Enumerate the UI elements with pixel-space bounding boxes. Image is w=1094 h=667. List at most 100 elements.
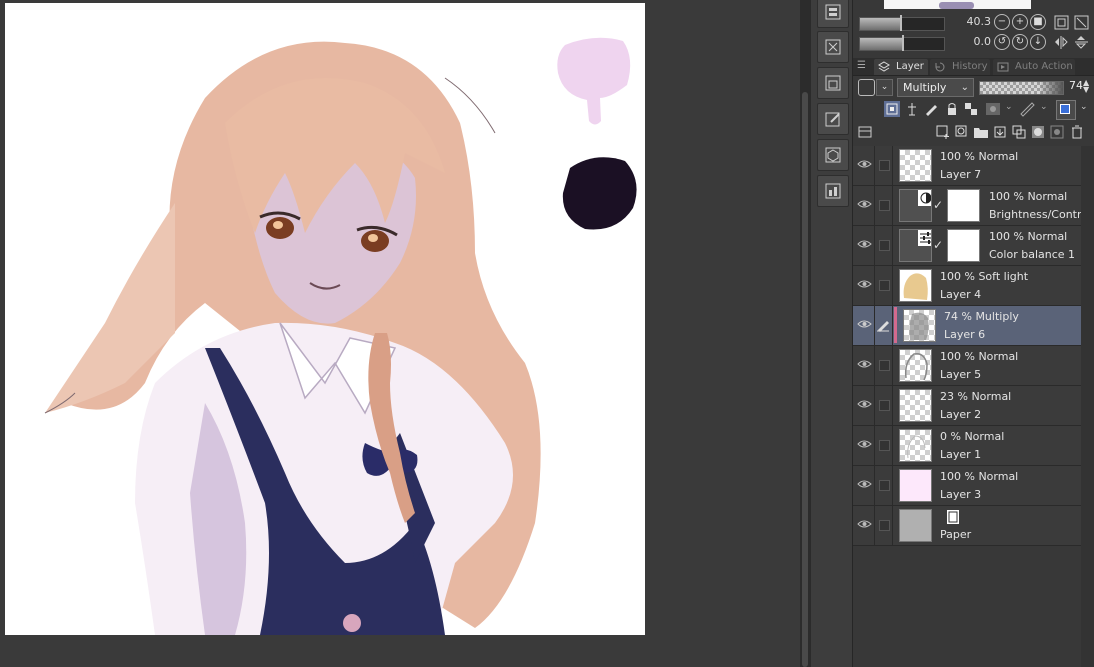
eye-icon[interactable]: [857, 278, 872, 291]
transfer-down-icon[interactable]: [992, 124, 1008, 140]
item-bank-button[interactable]: [817, 175, 849, 207]
layer-lock-checkbox[interactable]: [879, 480, 890, 491]
layer-row-layer-5[interactable]: 100 % Normal Layer 5: [853, 346, 1081, 386]
tab-history[interactable]: History: [930, 59, 990, 75]
layer-lock-checkbox[interactable]: [879, 280, 890, 291]
layer-list-scrollbar[interactable]: [1081, 146, 1094, 667]
material-button[interactable]: [817, 67, 849, 99]
merge-down-icon[interactable]: [1011, 124, 1027, 140]
layer-row-brightness-contrast-1[interactable]: ✓ 100 % Normal Brightness/Contrast 1: [853, 186, 1094, 226]
create-mask-icon[interactable]: [1030, 124, 1046, 140]
eye-icon[interactable]: [857, 478, 872, 491]
ruler-icon[interactable]: [1019, 101, 1035, 117]
tab-layer[interactable]: Layer: [874, 59, 928, 75]
eye-icon[interactable]: [857, 158, 872, 171]
actual-size-icon[interactable]: ■: [1030, 14, 1046, 30]
rotate-left-icon[interactable]: ↺: [994, 34, 1010, 50]
layer-lock-checkbox[interactable]: [879, 520, 890, 531]
layer-row-layer-2[interactable]: 23 % Normal Layer 2: [853, 386, 1081, 426]
layer-lock-checkbox[interactable]: [879, 200, 890, 211]
eye-icon[interactable]: [857, 318, 872, 331]
fit-screen-icon[interactable]: [1054, 15, 1069, 30]
eye-icon[interactable]: [857, 398, 872, 411]
flip-horizontal-icon[interactable]: [1054, 35, 1069, 50]
layer-property-button[interactable]: [817, 0, 849, 28]
zoom-slider[interactable]: [859, 15, 945, 31]
layer-color-box[interactable]: [1056, 100, 1076, 120]
new-vector-layer-icon[interactable]: [954, 124, 970, 140]
layer-color-mark: [894, 307, 897, 343]
canvas-vertical-scrollbar[interactable]: [800, 0, 810, 667]
layer-row-layer-3[interactable]: 100 % Normal Layer 3: [853, 466, 1081, 506]
layer-list-menu-icon[interactable]: [857, 124, 873, 140]
eye-icon[interactable]: [857, 438, 872, 451]
layer-name: Layer 4: [940, 288, 982, 301]
layer-lock-checkbox[interactable]: [879, 160, 890, 171]
layer-row-color-balance-1[interactable]: ✓ 100 % Normal Color balance 1: [853, 226, 1081, 266]
layer-row-paper[interactable]: Paper: [853, 506, 1081, 546]
delete-layer-icon[interactable]: [1069, 124, 1085, 140]
3d-object-button[interactable]: [817, 139, 849, 171]
pen-icon[interactable]: [876, 318, 890, 332]
fit-window-icon[interactable]: [1074, 15, 1089, 30]
layer-color-dropdown[interactable]: ⌄: [876, 79, 893, 96]
tab-auto-action[interactable]: Auto Action: [993, 59, 1075, 75]
layer-thumbnail: [899, 509, 932, 542]
layer-lock-checkbox[interactable]: [879, 240, 890, 251]
eye-icon[interactable]: [857, 358, 872, 371]
layer-list[interactable]: 100 % Normal Layer 7 ✓ 100 % Normal Brig…: [853, 146, 1094, 546]
blend-mode-select[interactable]: Multiply ⌄: [897, 78, 974, 97]
zoom-in-icon[interactable]: +: [1012, 14, 1028, 30]
reference-layer-icon[interactable]: [904, 101, 920, 117]
layer-row-layer-4[interactable]: 100 % Soft light Layer 4: [853, 266, 1081, 306]
lock-transparency-icon[interactable]: [963, 101, 979, 117]
ruler-dropdown[interactable]: ⌄: [1040, 102, 1048, 112]
layer-row-layer-1[interactable]: 0 % Normal Layer 1: [853, 426, 1081, 466]
layer-lock-checkbox[interactable]: [879, 360, 890, 371]
layer-search-button[interactable]: [817, 31, 849, 63]
opacity-slider[interactable]: [979, 81, 1064, 95]
rotate-right-icon[interactable]: ↻: [1012, 34, 1028, 50]
clip-to-layer-icon[interactable]: [884, 101, 900, 117]
rotate-slider[interactable]: [859, 35, 945, 51]
opacity-spinner-icon[interactable]: ▲ ▼: [1083, 79, 1092, 94]
palette-icon-strip: [810, 0, 853, 667]
link-check-icon: ✓: [933, 238, 944, 252]
eye-icon[interactable]: [857, 198, 872, 211]
new-folder-icon[interactable]: [973, 124, 989, 140]
menu-icon[interactable]: ☰: [857, 60, 866, 71]
layer-lock-checkbox[interactable]: [879, 440, 890, 451]
layer-mode: 100 % Normal: [940, 150, 1019, 163]
layer-property-icon: [825, 4, 841, 20]
layer-toolbar-1: ⌄ ⌄ ⌄: [853, 99, 1094, 120]
layer-name: Layer 7: [940, 168, 982, 181]
material-icon: [825, 75, 841, 91]
correction-thumbnail: [899, 189, 932, 222]
item-bank-icon: [825, 183, 841, 199]
mask-icon[interactable]: [985, 101, 1001, 117]
mask-dropdown[interactable]: ⌄: [1005, 102, 1013, 112]
scrollbar-thumb[interactable]: [802, 92, 808, 667]
eye-icon[interactable]: [857, 518, 872, 531]
layer-thumbnail: [899, 469, 932, 502]
reset-rotation-icon[interactable]: ↓: [1030, 34, 1046, 50]
layer-color-dropdown-2[interactable]: ⌄: [1080, 102, 1088, 112]
layer-lock-checkbox[interactable]: [879, 400, 890, 411]
flip-vertical-icon[interactable]: [1074, 35, 1089, 50]
layer-row-layer-7[interactable]: 100 % Normal Layer 7: [853, 146, 1081, 186]
canvas-workspace[interactable]: [0, 0, 800, 667]
layer-row-layer-6[interactable]: 74 % Multiply Layer 6: [853, 306, 1081, 346]
zoom-row: 40.3 − + ■: [853, 14, 1094, 32]
layers-icon: [878, 61, 890, 72]
apply-mask-icon[interactable]: [1049, 124, 1065, 140]
draft-layer-icon[interactable]: [923, 101, 939, 117]
sub-tool-detail-button[interactable]: [817, 103, 849, 135]
lock-icon[interactable]: [944, 101, 960, 117]
new-raster-layer-icon[interactable]: [935, 124, 951, 140]
palette-tabbar: ☰ Layer History Auto Action: [853, 58, 1094, 76]
layer-color-icon[interactable]: [858, 79, 875, 96]
canvas[interactable]: [5, 3, 645, 635]
navigator-preview[interactable]: [884, 0, 1031, 9]
zoom-out-icon[interactable]: −: [994, 14, 1010, 30]
eye-icon[interactable]: [857, 238, 872, 251]
